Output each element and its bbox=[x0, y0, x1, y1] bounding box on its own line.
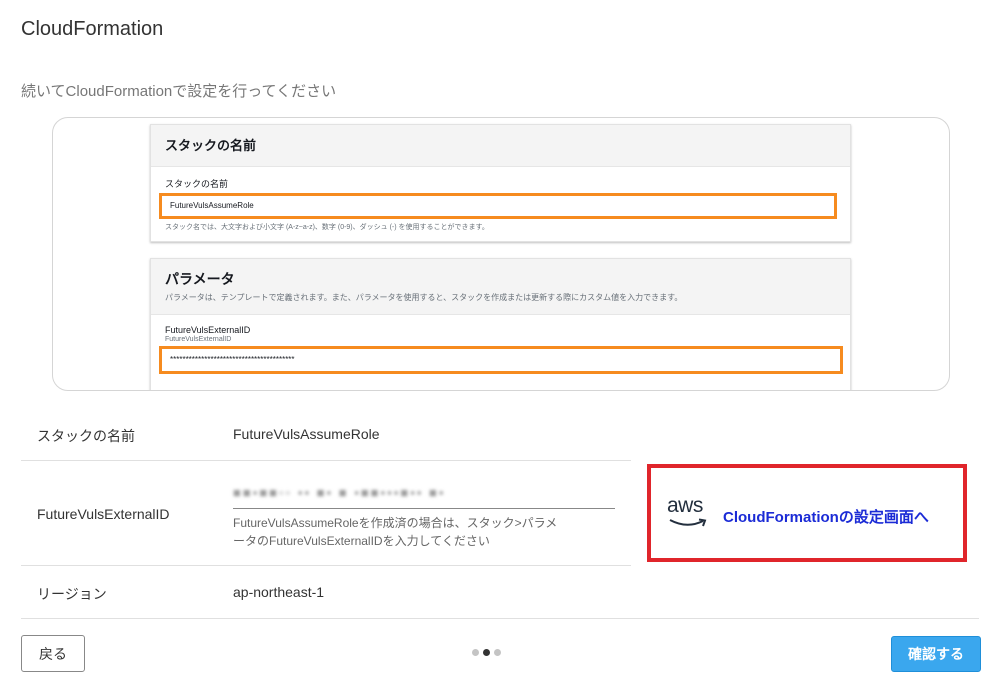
region-value[interactable]: ap-northeast-1 bbox=[233, 584, 324, 600]
page-subtitle: 続いてCloudFormationで設定を行ってください bbox=[21, 83, 337, 100]
page-title: CloudFormation bbox=[21, 18, 164, 40]
parameters-panel-header: パラメータ パラメータは、テンプレートで定義されます。また、パラメータを使用する… bbox=[151, 259, 850, 315]
region-label: リージョン bbox=[37, 586, 107, 602]
parameters-panel-body: FutureVulsExternalID FutureVulsExternalI… bbox=[151, 315, 850, 374]
back-button[interactable]: 戻る bbox=[21, 635, 85, 672]
parameters-panel-desc: パラメータは、テンプレートで定義されます。また、パラメータを使用すると、スタック… bbox=[165, 293, 683, 302]
external-id-row: FutureVulsExternalID ■■▪■■▫▫ ▪▪ ■▪ ■ ▪■■… bbox=[21, 461, 631, 566]
stack-name-field-hint: スタック名では、大文字および小文字 (A-z~a-z)、数字 (0-9)、ダッシ… bbox=[165, 224, 489, 231]
cloudformation-preview-image: スタックの名前 スタックの名前 FutureVulsAssumeRole スタッ… bbox=[52, 117, 950, 391]
param-field-label: FutureVulsExternalID bbox=[165, 325, 251, 335]
external-id-label: FutureVulsExternalID bbox=[37, 506, 170, 522]
parameters-panel-title: パラメータ bbox=[165, 271, 235, 287]
stack-name-panel-header: スタックの名前 bbox=[151, 125, 850, 167]
stack-name-panel-body: スタックの名前 FutureVulsAssumeRole スタック名では、大文字… bbox=[151, 167, 850, 232]
external-id-input[interactable]: ■■▪■■▫▫ ▪▪ ■▪ ■ ▪■■▪▪▪■▪▪ ■▪ bbox=[233, 479, 615, 509]
step-dot bbox=[472, 649, 479, 656]
external-id-help-text: FutureVulsAssumeRoleを作成済の場合は、スタック>パラメータの… bbox=[233, 516, 558, 548]
aws-smile-icon bbox=[669, 518, 707, 527]
step-dot bbox=[494, 649, 501, 656]
step-dot-active bbox=[483, 649, 490, 656]
stack-name-field-label: スタックの名前 bbox=[165, 179, 229, 189]
stack-name-value[interactable]: FutureVulsAssumeRole bbox=[233, 426, 380, 442]
stack-name-field-highlight: FutureVulsAssumeRole bbox=[159, 193, 837, 219]
external-id-masked-value: ■■▪■■▫▫ ▪▪ ■▪ ■ ▪■■▪▪▪■▪▪ ■▪ bbox=[233, 485, 446, 500]
param-field-highlight: **************************************** bbox=[159, 346, 843, 374]
stack-name-row: スタックの名前 FutureVulsAssumeRole bbox=[21, 408, 631, 461]
step-indicator bbox=[472, 649, 501, 656]
stack-name-label: スタックの名前 bbox=[37, 428, 135, 444]
parameters-panel: パラメータ パラメータは、テンプレートで定義されます。また、パラメータを使用する… bbox=[150, 258, 851, 390]
stack-name-panel: スタックの名前 スタックの名前 FutureVulsAssumeRole スタッ… bbox=[150, 124, 851, 242]
cloudformation-console-link-button[interactable]: aws CloudFormationの設定画面へ bbox=[647, 464, 967, 562]
aws-logo-icon: aws bbox=[667, 494, 709, 530]
aws-logo-text: aws bbox=[667, 494, 703, 517]
param-field-sublabel: FutureVulsExternalID bbox=[165, 336, 232, 343]
stack-name-panel-title: スタックの名前 bbox=[165, 138, 257, 153]
region-row: リージョン ap-northeast-1 bbox=[21, 566, 979, 619]
confirm-button[interactable]: 確認する bbox=[891, 636, 981, 672]
cloudformation-console-link[interactable]: CloudFormationの設定画面へ bbox=[723, 506, 929, 527]
